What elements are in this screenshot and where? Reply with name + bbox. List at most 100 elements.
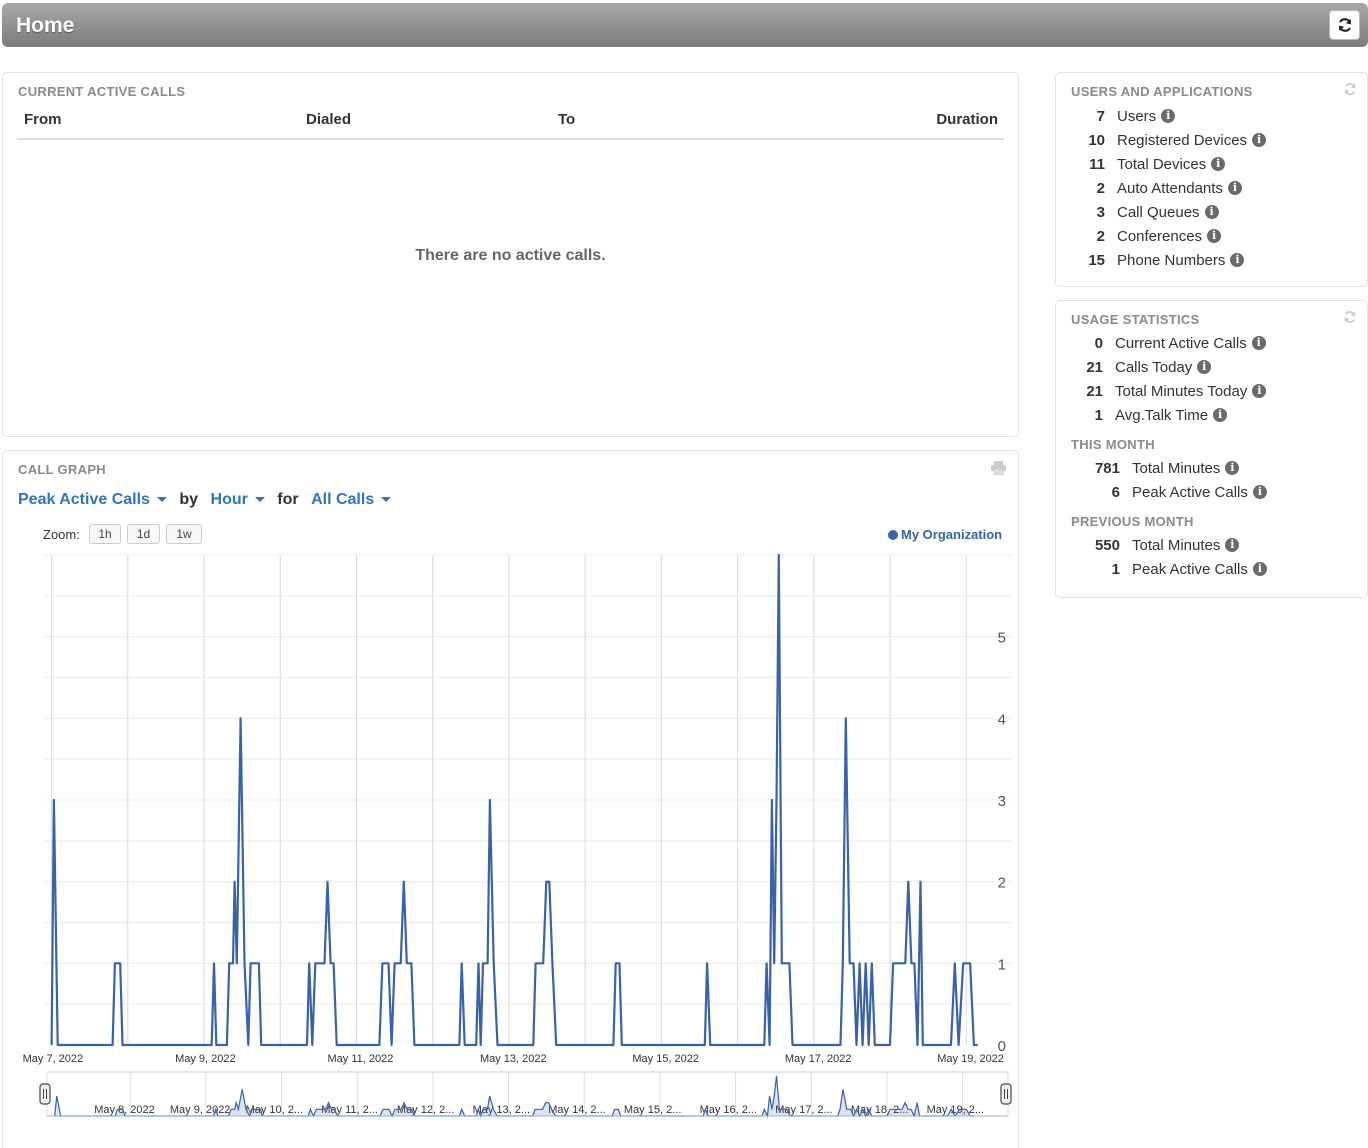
stat-row: 550 Total Minutes i	[1071, 534, 1240, 556]
info-icon[interactable]: i	[1225, 461, 1240, 475]
stat-row: 15 Phone Numbers i	[1071, 249, 1245, 271]
stat-label: Auto Attendants	[1117, 179, 1223, 197]
stat-value: 21	[1086, 382, 1103, 400]
stat-value: 1	[1094, 406, 1103, 424]
stat-value: 781	[1094, 459, 1120, 477]
stat-label: Registered Devices	[1117, 131, 1248, 149]
users-apps-title: USERS AND APPLICATIONS	[1071, 84, 1253, 99]
stat-row: 1 Peak Active Calls i	[1071, 558, 1267, 580]
stat-value: 3	[1096, 203, 1105, 221]
info-icon[interactable]: i	[1225, 538, 1240, 552]
stat-label: Users	[1117, 107, 1157, 125]
stat-row: 21 Calls Today i	[1071, 356, 1212, 378]
chevron-down-icon	[254, 497, 265, 503]
filter-dropdown-label: All Calls	[311, 491, 375, 508]
info-icon[interactable]: i	[1252, 133, 1267, 147]
stat-row: 6 Peak Active Calls i	[1071, 481, 1267, 503]
stat-row: 11 Total Devices i	[1071, 153, 1226, 175]
stat-row: 0 Current Active Calls i	[1071, 332, 1266, 354]
stat-label: Conferences	[1117, 227, 1203, 245]
stat-row: 2 Auto Attendants i	[1071, 177, 1242, 199]
info-icon[interactable]: i	[1252, 485, 1267, 499]
stat-label: Total Minutes	[1132, 536, 1221, 554]
usage-stats-panel: USAGE STATISTICS THIS MONTH PREVIOUS MON…	[1055, 300, 1368, 598]
info-icon[interactable]: i	[1211, 157, 1226, 171]
active-calls-panel: CURRENT ACTIVE CALLS From Dialed To Dura…	[2, 72, 1019, 437]
filter-dropdown[interactable]: All Calls	[311, 491, 392, 508]
info-icon[interactable]: i	[1227, 181, 1242, 195]
interval-dropdown-label: Hour	[210, 491, 248, 508]
call-graph-title: CALL GRAPH	[18, 462, 106, 477]
stat-value: 2	[1096, 227, 1105, 245]
stat-row: 10 Registered Devices i	[1071, 129, 1267, 151]
stat-label: Avg.Talk Time	[1115, 406, 1209, 424]
refresh-icon	[1338, 18, 1351, 32]
stat-label: Total Devices	[1117, 155, 1207, 173]
col-header-dialed[interactable]: Dialed	[306, 111, 351, 128]
legend-label: My Organization	[901, 527, 1003, 542]
stat-label: Total Minutes Today	[1115, 382, 1248, 400]
empty-state-message: There are no active calls.	[415, 247, 606, 264]
print-icon[interactable]	[991, 461, 1006, 475]
col-header-to[interactable]: To	[558, 111, 575, 128]
previous-month-title: PREVIOUS MONTH	[1071, 514, 1194, 529]
zoom-1h-button[interactable]: 1h	[89, 524, 121, 544]
stat-label: Calls Today	[1115, 358, 1193, 376]
for-label: for	[277, 491, 299, 508]
stat-label: Peak Active Calls	[1132, 483, 1248, 501]
stat-label: Total Minutes	[1132, 459, 1221, 477]
page-header: Home	[2, 3, 1368, 47]
stat-value: 1	[1111, 560, 1120, 578]
info-icon[interactable]: i	[1197, 360, 1212, 374]
col-header-duration[interactable]: Duration	[936, 111, 998, 128]
table-divider	[17, 138, 1004, 140]
stat-value: 11	[1089, 155, 1105, 173]
info-icon[interactable]: i	[1252, 562, 1267, 576]
stat-value: 2	[1096, 179, 1105, 197]
info-icon[interactable]: i	[1251, 336, 1266, 350]
zoom-label: Zoom:	[43, 527, 80, 542]
metric-dropdown-label: Peak Active Calls	[18, 491, 150, 508]
panel-refresh-icon[interactable]	[1343, 310, 1357, 324]
legend-marker	[888, 529, 898, 540]
usage-stats-title: USAGE STATISTICS	[1071, 312, 1200, 327]
stat-row: 21 Total Minutes Today i	[1071, 380, 1267, 402]
stat-row: 1 Avg.Talk Time i	[1071, 404, 1228, 426]
active-calls-title: CURRENT ACTIVE CALLS	[18, 84, 186, 99]
stat-label: Phone Numbers	[1117, 251, 1226, 269]
stat-value: 15	[1088, 251, 1105, 269]
panel-refresh-icon[interactable]	[1343, 82, 1357, 96]
stat-label: Peak Active Calls	[1132, 560, 1248, 578]
stat-value: 7	[1096, 107, 1105, 125]
zoom-1w-button[interactable]: 1w	[166, 524, 202, 544]
col-header-from[interactable]: From	[24, 111, 62, 128]
stat-row: 781 Total Minutes i	[1071, 457, 1240, 479]
chevron-down-icon	[156, 497, 167, 503]
stat-label: Current Active Calls	[1115, 334, 1247, 352]
info-icon[interactable]: i	[1252, 384, 1267, 398]
info-icon[interactable]: i	[1213, 408, 1228, 422]
users-apps-panel: USERS AND APPLICATIONS 7 Users i 10 Register…	[1055, 72, 1368, 287]
interval-dropdown[interactable]: Hour	[211, 491, 265, 508]
stat-row: 3 Call Queues i	[1071, 201, 1219, 223]
stat-value: 10	[1088, 131, 1105, 149]
call-graph-panel: CALL GRAPH Peak Active Calls by Hour for…	[2, 450, 1019, 1148]
chart-legend[interactable]: My Organization	[888, 527, 1002, 542]
stat-row: 7 Users i	[1071, 105, 1176, 127]
metric-dropdown[interactable]: Peak Active Calls	[18, 491, 167, 508]
stat-label: Call Queues	[1117, 203, 1200, 221]
info-icon[interactable]: i	[1230, 253, 1245, 267]
chevron-down-icon	[381, 497, 392, 503]
page-title: Home	[16, 14, 75, 37]
by-label: by	[179, 491, 199, 508]
stat-row: 2 Conferences i	[1071, 225, 1222, 247]
info-icon[interactable]: i	[1161, 109, 1176, 123]
graph-options: Peak Active Calls by Hour for All Calls	[18, 491, 392, 509]
info-icon[interactable]: i	[1207, 229, 1222, 243]
stat-value: 6	[1111, 483, 1120, 501]
zoom-1d-button[interactable]: 1d	[127, 524, 160, 544]
stat-value: 550	[1094, 536, 1120, 554]
info-icon[interactable]: i	[1204, 205, 1219, 219]
refresh-button[interactable]	[1329, 10, 1360, 40]
stat-value: 21	[1086, 358, 1103, 376]
